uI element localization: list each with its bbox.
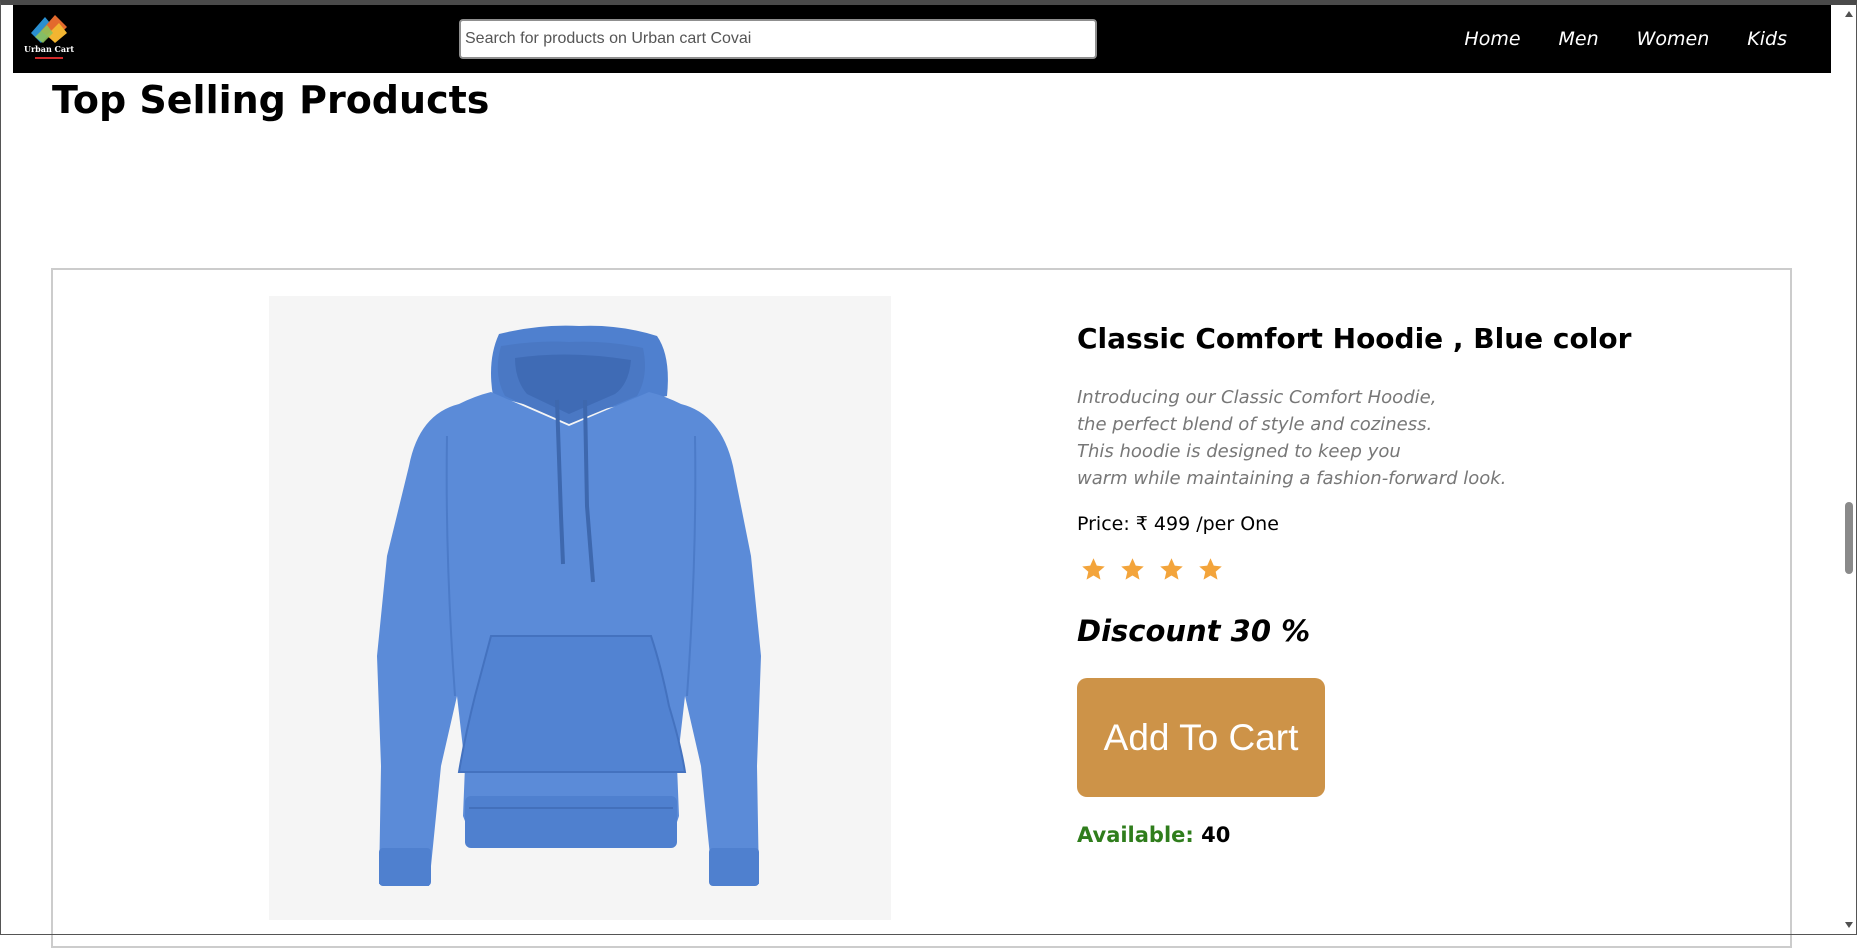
availability: Available: 40 — [1077, 823, 1230, 847]
description-line: the perfect blend of style and coziness. — [1077, 414, 1433, 435]
star-rating — [1080, 556, 1224, 583]
star-icon — [1160, 558, 1183, 580]
nav-link-home[interactable]: Home — [1464, 28, 1520, 50]
logo-underline — [35, 57, 63, 59]
product-title: Classic Comfort Hoodie , Blue color — [1077, 322, 1632, 355]
description-line: This hoodie is designed to keep you — [1077, 441, 1401, 462]
discount-label: Discount 30 % — [1077, 614, 1311, 648]
product-description: Introducing our Classic Comfort Hoodie, … — [1077, 384, 1597, 492]
logo-text: Urban Cart — [23, 44, 75, 54]
product-card — [51, 268, 1792, 948]
urban-cart-logo[interactable]: Urban Cart — [21, 11, 77, 61]
add-to-cart-button[interactable]: Add To Cart — [1077, 678, 1325, 797]
section-title: Top Selling Products — [52, 78, 490, 122]
logo-graphic — [31, 15, 67, 43]
scroll-down-arrow-icon[interactable] — [1844, 920, 1854, 930]
scrollbar-thumb[interactable] — [1845, 502, 1853, 574]
hoodie-image — [377, 325, 761, 886]
main-nav: Home Men Women Kids — [1426, 5, 1787, 73]
vertical-scrollbar[interactable] — [1842, 5, 1856, 934]
star-icon — [1199, 558, 1222, 580]
navbar: Urban Cart Home Men Women Kids — [13, 5, 1831, 73]
availability-label: Available: — [1077, 823, 1194, 847]
star-icon — [1121, 558, 1144, 580]
star-icon — [1082, 558, 1105, 580]
product-price: Price: ₹ 499 /per One — [1077, 513, 1279, 535]
description-line: Introducing our Classic Comfort Hoodie, — [1077, 387, 1437, 408]
search-input[interactable] — [459, 19, 1097, 59]
availability-count: 40 — [1201, 823, 1231, 847]
nav-link-men[interactable]: Men — [1559, 28, 1599, 50]
scroll-up-arrow-icon[interactable] — [1844, 9, 1854, 19]
description-line: warm while maintaining a fashion-forward… — [1077, 468, 1507, 489]
nav-link-women[interactable]: Women — [1637, 28, 1710, 50]
product-image[interactable] — [269, 296, 891, 920]
nav-link-kids[interactable]: Kids — [1747, 28, 1787, 50]
